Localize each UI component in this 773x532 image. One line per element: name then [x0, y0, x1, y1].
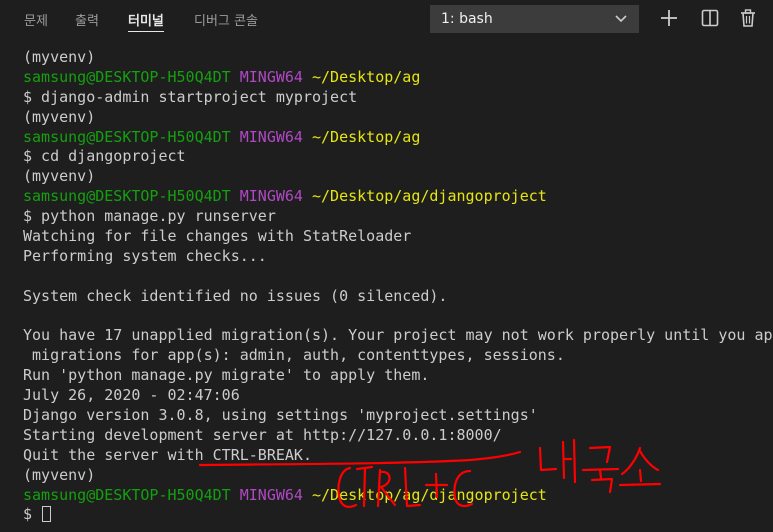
terminal-line: $ cd djangoproject: [23, 147, 773, 167]
terminal-line: Run 'python manage.py migrate' to apply …: [23, 366, 773, 386]
split-icon[interactable]: [700, 8, 720, 28]
tab-terminal[interactable]: 터미널: [128, 10, 164, 32]
terminal-text: System check identified no issues (0 sil…: [23, 286, 448, 305]
terminal-text: $: [23, 505, 42, 524]
terminal-line: samsung@DESKTOP-H50Q4DT MINGW64 ~/Deskto…: [23, 128, 773, 148]
terminal-cursor: [42, 506, 52, 523]
terminal-text: $ cd djangoproject: [23, 147, 186, 166]
terminal-text: migrations for app(s): admin, auth, cont…: [23, 346, 565, 365]
prompt-path: ~/Desktop/ag/djangoproject: [312, 485, 547, 504]
terminal-line: $: [23, 505, 773, 525]
terminal-line: (myvenv): [23, 108, 773, 128]
terminal-line: samsung@DESKTOP-H50Q4DT MINGW64 ~/Deskto…: [23, 486, 773, 506]
terminal-line: Quit the server with CTRL-BREAK.: [23, 446, 773, 466]
trash-icon[interactable]: [738, 8, 758, 28]
terminal-line: (myvenv): [23, 167, 773, 187]
panel-tab-bar: 문제 출력 터미널 디버그 콘솔 1: bash: [0, 0, 773, 38]
terminal-text: (myvenv): [23, 465, 96, 484]
terminal-text: $ python manage.py runserver: [23, 207, 276, 226]
prompt-path: ~/Desktop/ag: [312, 127, 421, 146]
terminal-line: migrations for app(s): admin, auth, cont…: [23, 346, 773, 366]
terminal-line: System check identified no issues (0 sil…: [23, 287, 773, 307]
prompt-env: MINGW64: [239, 67, 303, 86]
prompt-user: samsung@DESKTOP-H50Q4DT: [23, 187, 231, 206]
terminal-text: Django version 3.0.8, using settings 'my…: [23, 406, 538, 425]
terminal-text: (myvenv): [23, 48, 96, 66]
prompt-env: MINGW64: [239, 187, 303, 206]
terminal-text: Quit the server with CTRL-BREAK.: [23, 445, 312, 464]
terminal-line: $ python manage.py runserver: [23, 207, 773, 227]
terminal-output[interactable]: (myvenv) samsung@DESKTOP-H50Q4DT MINGW64 …: [23, 48, 773, 532]
prompt-path: ~/Desktop/ag/djangoproject: [312, 187, 547, 206]
terminal-text: You have 17 unapplied migration(s). Your…: [23, 326, 773, 345]
terminal-line: July 26, 2020 - 02:47:06: [23, 386, 773, 406]
terminal-text: (myvenv): [23, 107, 96, 126]
terminal-text: Run 'python manage.py migrate' to apply …: [23, 366, 430, 385]
terminal-line: samsung@DESKTOP-H50Q4DT MINGW64 ~/Deskto…: [23, 68, 773, 88]
terminal-line: You have 17 unapplied migration(s). Your…: [23, 326, 773, 346]
terminal-text: Watching for file changes with StatReloa…: [23, 227, 412, 246]
terminal-line: (myvenv): [23, 466, 773, 486]
tab-output[interactable]: 출력: [75, 10, 99, 29]
terminal-text: Starting development server at http://12…: [23, 425, 502, 444]
prompt-env: MINGW64: [239, 485, 303, 504]
prompt-user: samsung@DESKTOP-H50Q4DT: [23, 127, 231, 146]
prompt-user: samsung@DESKTOP-H50Q4DT: [23, 67, 231, 86]
terminal-text: Performing system checks...: [23, 246, 267, 265]
prompt-path: ~/Desktop/ag: [312, 67, 421, 86]
terminal-select-value: 1: bash: [441, 11, 493, 27]
terminal-line: Performing system checks...: [23, 247, 773, 267]
tab-problems[interactable]: 문제: [24, 10, 48, 29]
prompt-env: MINGW64: [239, 127, 303, 146]
chevron-down-icon: [615, 15, 627, 23]
terminal-line: samsung@DESKTOP-H50Q4DT MINGW64 ~/Deskto…: [23, 187, 773, 207]
terminal-select[interactable]: 1: bash: [430, 5, 639, 33]
terminal-line: Starting development server at http://12…: [23, 426, 773, 446]
terminal-line: Watching for file changes with StatReloa…: [23, 227, 773, 247]
terminal-text: (myvenv): [23, 167, 96, 186]
terminal-line: $ django-admin startproject myproject: [23, 88, 773, 108]
prompt-user: samsung@DESKTOP-H50Q4DT: [23, 485, 231, 504]
terminal-text: $ django-admin startproject myproject: [23, 87, 358, 106]
terminal-text: July 26, 2020 - 02:47:06: [23, 386, 240, 405]
tab-debug-console[interactable]: 디버그 콘솔: [194, 10, 258, 29]
plus-icon[interactable]: [659, 8, 679, 28]
terminal-line: Django version 3.0.8, using settings 'my…: [23, 406, 773, 426]
terminal-line: (myvenv): [23, 48, 773, 68]
